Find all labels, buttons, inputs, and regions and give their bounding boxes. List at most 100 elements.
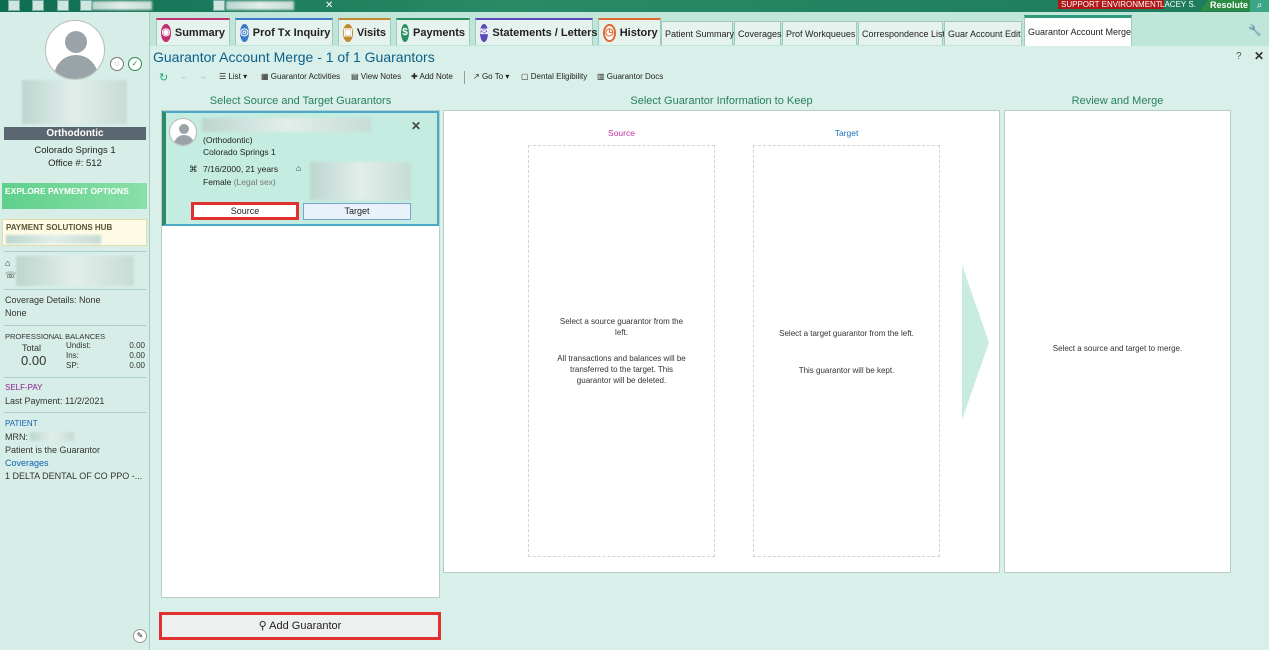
tab-guarantor-account-merge[interactable]: Guarantor Account Merge: [1024, 15, 1132, 46]
home-address-icon: ⌂: [5, 258, 11, 268]
patient-title: PATIENT: [5, 419, 38, 428]
avatar[interactable]: [45, 20, 105, 80]
divider: [4, 325, 146, 326]
redacted-tab: [226, 1, 294, 10]
home-icon: ⌂: [296, 163, 302, 173]
guarantor-dept: (Orthodontic): [203, 135, 253, 145]
docs-icon: ▥: [597, 72, 607, 81]
close-icon[interactable]: ✕: [1254, 49, 1264, 63]
coverage-item[interactable]: 1 DELTA DENTAL OF CO PPO -...: [5, 471, 142, 481]
explore-payment-options-button[interactable]: EXPLORE PAYMENT OPTIONS: [2, 183, 147, 209]
chart-icon[interactable]: [32, 0, 44, 11]
list-icon: ☰: [219, 72, 229, 81]
target-button[interactable]: Target: [303, 203, 411, 220]
search-icon[interactable]: ⌕: [1250, 0, 1269, 12]
close-tab-icon[interactable]: ✕: [325, 0, 333, 11]
guarantor-docs-button[interactable]: ▥ Guarantor Docs: [597, 72, 663, 81]
guarantor-activities-button[interactable]: ▦ Guarantor Activities: [261, 72, 340, 81]
tab-statements-letters[interactable]: ✉ Statements / Letters: [475, 18, 598, 45]
add-person-icon: ⚲: [258, 620, 270, 632]
tab-summary[interactable]: ◉ Summary: [156, 18, 230, 45]
add-guarantor-button[interactable]: ⚲ Add Guarantor: [159, 612, 441, 640]
summary-icon: ◉: [161, 23, 171, 42]
sp-value: 0.00: [129, 361, 145, 370]
resolute-button[interactable]: Resolute: [1200, 0, 1255, 11]
source-button[interactable]: Source: [191, 202, 299, 220]
activities-icon: ▦: [261, 72, 271, 81]
payments-icon: $: [401, 23, 410, 42]
inbox-icon[interactable]: [57, 0, 69, 11]
birthday-icon: ⌘: [189, 164, 198, 174]
back-icon[interactable]: ←: [180, 72, 188, 81]
divider: [4, 412, 146, 413]
guarantor-avatar: [169, 118, 197, 146]
tab-guar-account-edit[interactable]: Guar Account Edit: [944, 21, 1022, 45]
page-title: Guarantor Account Merge - 1 of 1 Guarant…: [153, 49, 435, 65]
phone-icon: ☏: [5, 270, 17, 280]
forward-icon[interactable]: →: [199, 72, 207, 81]
sp-label: SP:: [66, 361, 79, 370]
office-text: Office #: 512: [48, 158, 102, 169]
divider: [4, 251, 146, 252]
last-payment: Last Payment: 11/2/2021: [5, 396, 105, 406]
divider: [4, 377, 146, 378]
redacted-mrn: [30, 432, 74, 441]
total-label: Total: [22, 343, 42, 353]
go-to-button[interactable]: ↗ Go To ▾: [473, 72, 509, 81]
dental-eligibility-button[interactable]: ▢ Dental Eligibility: [521, 72, 587, 81]
patient-tab-icon[interactable]: [80, 0, 92, 11]
list-button[interactable]: ☰ List ▾: [219, 72, 247, 81]
view-notes-button[interactable]: ▤ View Notes: [351, 72, 401, 81]
tab-payments[interactable]: $ Payments: [396, 18, 470, 45]
home-icon[interactable]: [8, 0, 20, 11]
refresh-icon[interactable]: ↻: [159, 71, 168, 84]
review-merge-panel: [1004, 110, 1231, 573]
tab-correspondence-list[interactable]: Correspondence List: [858, 21, 945, 45]
source-placeholder-2: All transactions and balances will be tr…: [557, 354, 686, 385]
col-info-keep-title: Select Guarantor Information to Keep: [630, 95, 813, 107]
add-note-button[interactable]: ✚ Add Note: [411, 72, 453, 81]
redacted-payhub-info: [6, 235, 101, 244]
support-environment-badge: SUPPORT ENVIRONMENT: [1058, 0, 1164, 9]
tab-prof-tx-inquiry[interactable]: ◎ Prof Tx Inquiry: [235, 18, 333, 45]
tab-visits[interactable]: ▣ Visits: [338, 18, 391, 45]
checklist-icon[interactable]: ✓: [128, 57, 142, 71]
undist-label: Undist:: [66, 341, 91, 350]
guarantor-dob: 7/16/2000, 21 years: [203, 164, 279, 174]
redacted-address: [310, 162, 411, 200]
inquiry-icon: ◎: [240, 23, 249, 42]
review-placeholder: Select a source and target to merge.: [1052, 344, 1183, 353]
remove-guarantor-icon[interactable]: ✕: [411, 119, 421, 133]
source-placeholder-1: Select a source guarantor from the left.: [559, 317, 684, 337]
source-dropzone: [528, 145, 715, 557]
help-icon[interactable]: ?: [1236, 51, 1242, 62]
payment-solutions-hub[interactable]: PAYMENT SOLUTIONS HUB: [2, 219, 147, 246]
patient-guarantor-text: Patient is the Guarantor: [5, 445, 101, 455]
tab-prof-workqueues[interactable]: Prof Workqueues: [782, 21, 857, 45]
coverages-link[interactable]: Coverages: [5, 458, 49, 468]
guarantor-location: Colorado Springs 1: [203, 147, 276, 157]
guarantor-sex: Female (Legal sex): [203, 177, 276, 187]
source-column-label: Source: [608, 128, 635, 138]
tab-coverages[interactable]: Coverages: [734, 21, 782, 45]
pencil-icon[interactable]: ✎: [133, 629, 147, 643]
total-value: 0.00: [21, 353, 47, 368]
coverage-none: None: [5, 308, 27, 318]
statements-icon: ✉: [480, 23, 489, 42]
redacted-contact-info: [16, 256, 134, 286]
divider: [4, 289, 146, 290]
department-bar: Orthodontic: [4, 127, 146, 140]
toolbar-divider: [464, 71, 465, 84]
target-placeholder-2: This guarantor will be kept.: [798, 366, 895, 375]
wrench-icon[interactable]: 🔧: [1248, 24, 1264, 38]
badge-icon[interactable]: ◌: [110, 57, 124, 71]
redacted-tab: [92, 1, 152, 10]
user-name[interactable]: LACEY S.: [1160, 0, 1196, 9]
tab-patient-summary[interactable]: Patient Summary: [661, 21, 734, 45]
col-source-target-title: Select Source and Target Guarantors: [209, 95, 392, 107]
target-dropzone: [753, 145, 940, 557]
redacted-guarantor-name: [202, 118, 371, 132]
tab-history[interactable]: ◷ History: [598, 18, 661, 45]
patient-tab-icon[interactable]: [213, 0, 225, 11]
notes-icon: ▤: [351, 72, 361, 81]
